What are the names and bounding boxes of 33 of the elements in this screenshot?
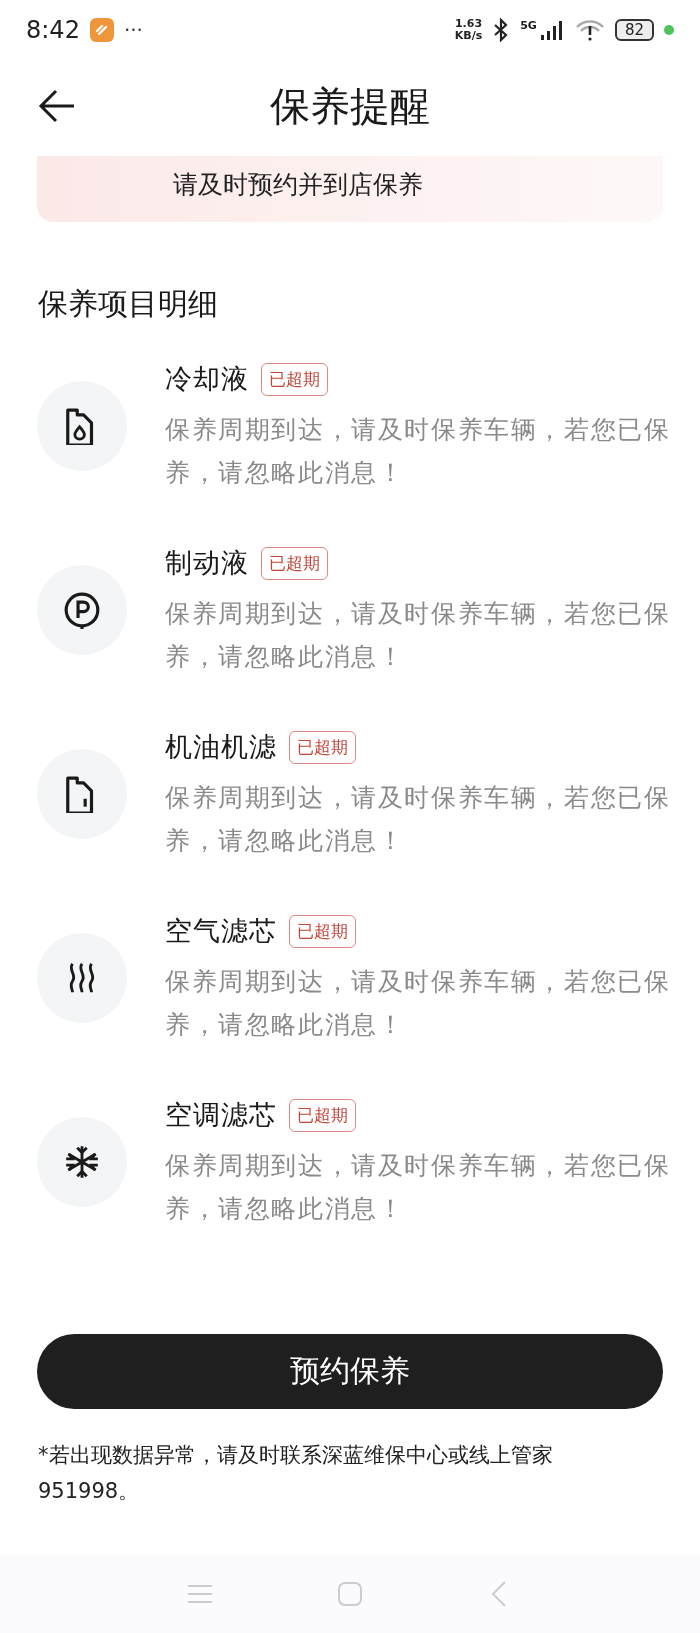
- item-description: 保养周期到达，请及时保养车辆，若您已保养，请忽略此消息！: [165, 598, 672, 673]
- item-description: 保养周期到达，请及时保养车辆，若您已保养，请忽略此消息！: [165, 1150, 672, 1225]
- footnote: *若出现数据异常，请及时联系深蓝维保中心或线上管家951998。: [38, 1442, 554, 1505]
- overdue-tag: 已超期: [289, 730, 356, 764]
- status-dot-icon: [664, 25, 674, 35]
- item-description: 保养周期到达，请及时保养车辆，若您已保养，请忽略此消息！: [165, 966, 672, 1041]
- more-notifications: ···: [123, 18, 143, 42]
- notice-text: 请及时预约并到店保养: [173, 168, 423, 201]
- wifi-warning-icon: [574, 18, 605, 42]
- status-time: 8:42: [26, 16, 80, 44]
- item-name: 制动液: [165, 546, 249, 580]
- battery-level: 82: [614, 19, 654, 41]
- section-title: 保养项目明细: [38, 285, 219, 323]
- item-name: 空气滤芯: [165, 914, 277, 948]
- network-speed: 1.63 KB/s: [454, 18, 483, 42]
- item-description: 保养周期到达，请及时保养车辆，若您已保养，请忽略此消息！: [165, 782, 672, 857]
- home-icon[interactable]: [335, 1579, 365, 1609]
- item-name: 机油机滤: [165, 730, 277, 764]
- overdue-tag: 已超期: [261, 362, 328, 396]
- parking-icon: [63, 591, 101, 629]
- overdue-tag: 已超期: [289, 1098, 356, 1132]
- overdue-tag: 已超期: [289, 914, 356, 948]
- app-notification-icon: [89, 18, 114, 42]
- item-description: 保养周期到达，请及时保养车辆，若您已保养，请忽略此消息！: [165, 414, 672, 489]
- page-title: 保养提醒: [270, 82, 430, 129]
- signal-icon: [538, 20, 565, 40]
- book-service-button[interactable]: 预约保养: [37, 1334, 663, 1409]
- network-type: 5G: [520, 20, 537, 31]
- back-button[interactable]: [38, 87, 76, 125]
- overdue-tag: 已超期: [261, 546, 328, 580]
- snowflake-icon: [63, 1143, 101, 1181]
- item-name: 空调滤芯: [165, 1098, 277, 1132]
- item-name: 冷却液: [165, 362, 249, 396]
